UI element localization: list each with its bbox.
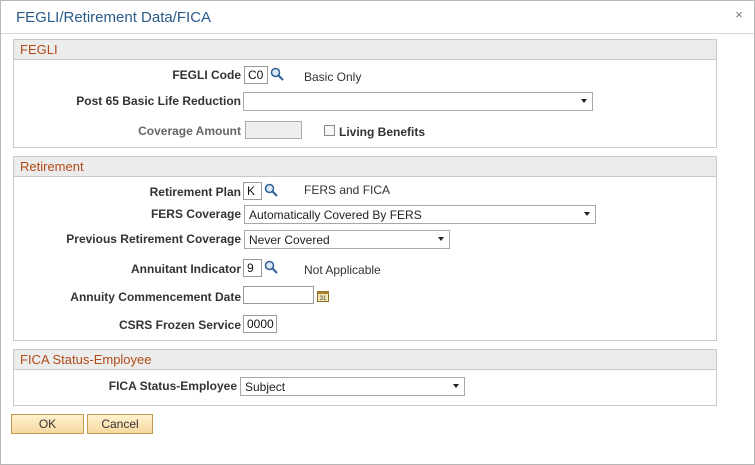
dialog-title: FEGLI/Retirement Data/FICA bbox=[16, 9, 212, 26]
previous-retirement-value: Never Covered bbox=[249, 233, 330, 247]
retirement-group-title: Retirement bbox=[20, 159, 84, 174]
fica-status-value: Subject bbox=[245, 380, 286, 394]
fegli-group: FEGLI FEGLI Code C0 Basic Only Post 65 B… bbox=[13, 39, 717, 148]
fers-coverage-label: FERS Coverage bbox=[150, 207, 241, 221]
retirement-group: Retirement Retirement Plan K FERS and FI… bbox=[13, 156, 717, 341]
fica-status-label: FICA Status-Employee bbox=[108, 379, 237, 393]
coverage-amount-input bbox=[245, 121, 302, 139]
retirement-group-header: Retirement bbox=[14, 157, 716, 177]
fica-group: FICA Status-Employee FICA Status-Employe… bbox=[13, 349, 717, 406]
fica-status-select[interactable]: Subject bbox=[240, 377, 465, 396]
fegli-code-input[interactable]: C0 bbox=[244, 66, 268, 84]
csrs-frozen-label: CSRS Frozen Service bbox=[118, 318, 241, 332]
csrs-frozen-input[interactable]: 0000 bbox=[243, 315, 277, 333]
dialog: FEGLI/Retirement Data/FICA × FEGLI FEGLI… bbox=[0, 0, 755, 465]
chevron-down-icon bbox=[581, 99, 587, 103]
annuitant-indicator-label: Annuitant Indicator bbox=[131, 262, 241, 276]
cancel-button[interactable]: Cancel bbox=[87, 414, 153, 434]
fica-group-title: FICA Status-Employee bbox=[20, 352, 152, 367]
fegli-code-description: Basic Only bbox=[304, 70, 362, 84]
fers-coverage-select[interactable]: Automatically Covered By FERS bbox=[244, 205, 596, 224]
retirement-plan-label: Retirement Plan bbox=[149, 185, 241, 199]
svg-text:31: 31 bbox=[320, 296, 327, 302]
coverage-amount-label: Coverage Amount bbox=[138, 124, 241, 138]
retirement-plan-description: FERS and FICA bbox=[304, 183, 391, 197]
fegli-code-lookup-icon[interactable] bbox=[270, 67, 284, 81]
fegli-group-title: FEGLI bbox=[20, 42, 58, 57]
annuitant-indicator-input[interactable]: 9 bbox=[243, 259, 262, 277]
annuity-date-input[interactable] bbox=[243, 286, 314, 304]
fegli-group-header: FEGLI bbox=[14, 40, 716, 60]
chevron-down-icon bbox=[584, 212, 590, 216]
fegli-code-label: FEGLI Code bbox=[172, 68, 241, 82]
ok-button[interactable]: OK bbox=[11, 414, 84, 434]
post65-select[interactable] bbox=[243, 92, 593, 111]
previous-retirement-select[interactable]: Never Covered bbox=[244, 230, 450, 249]
living-benefits-label: Living Benefits bbox=[339, 125, 426, 139]
annuity-date-label: Annuity Commencement Date bbox=[70, 290, 241, 304]
annuitant-lookup-icon[interactable] bbox=[264, 260, 278, 274]
retirement-plan-lookup-icon[interactable] bbox=[264, 183, 278, 197]
title-bar: FEGLI/Retirement Data/FICA × bbox=[1, 1, 754, 34]
post65-label: Post 65 Basic Life Reduction bbox=[76, 94, 241, 108]
retirement-plan-input[interactable]: K bbox=[243, 182, 262, 200]
previous-retirement-label: Previous Retirement Coverage bbox=[66, 232, 241, 246]
chevron-down-icon bbox=[438, 237, 444, 241]
annuitant-indicator-description: Not Applicable bbox=[304, 263, 381, 277]
fica-group-header: FICA Status-Employee bbox=[14, 350, 716, 370]
fers-coverage-value: Automatically Covered By FERS bbox=[249, 208, 422, 222]
living-benefits-checkbox[interactable] bbox=[324, 125, 335, 136]
close-icon[interactable]: × bbox=[732, 8, 746, 22]
calendar-icon[interactable]: 31 bbox=[317, 290, 329, 302]
chevron-down-icon bbox=[453, 384, 459, 388]
